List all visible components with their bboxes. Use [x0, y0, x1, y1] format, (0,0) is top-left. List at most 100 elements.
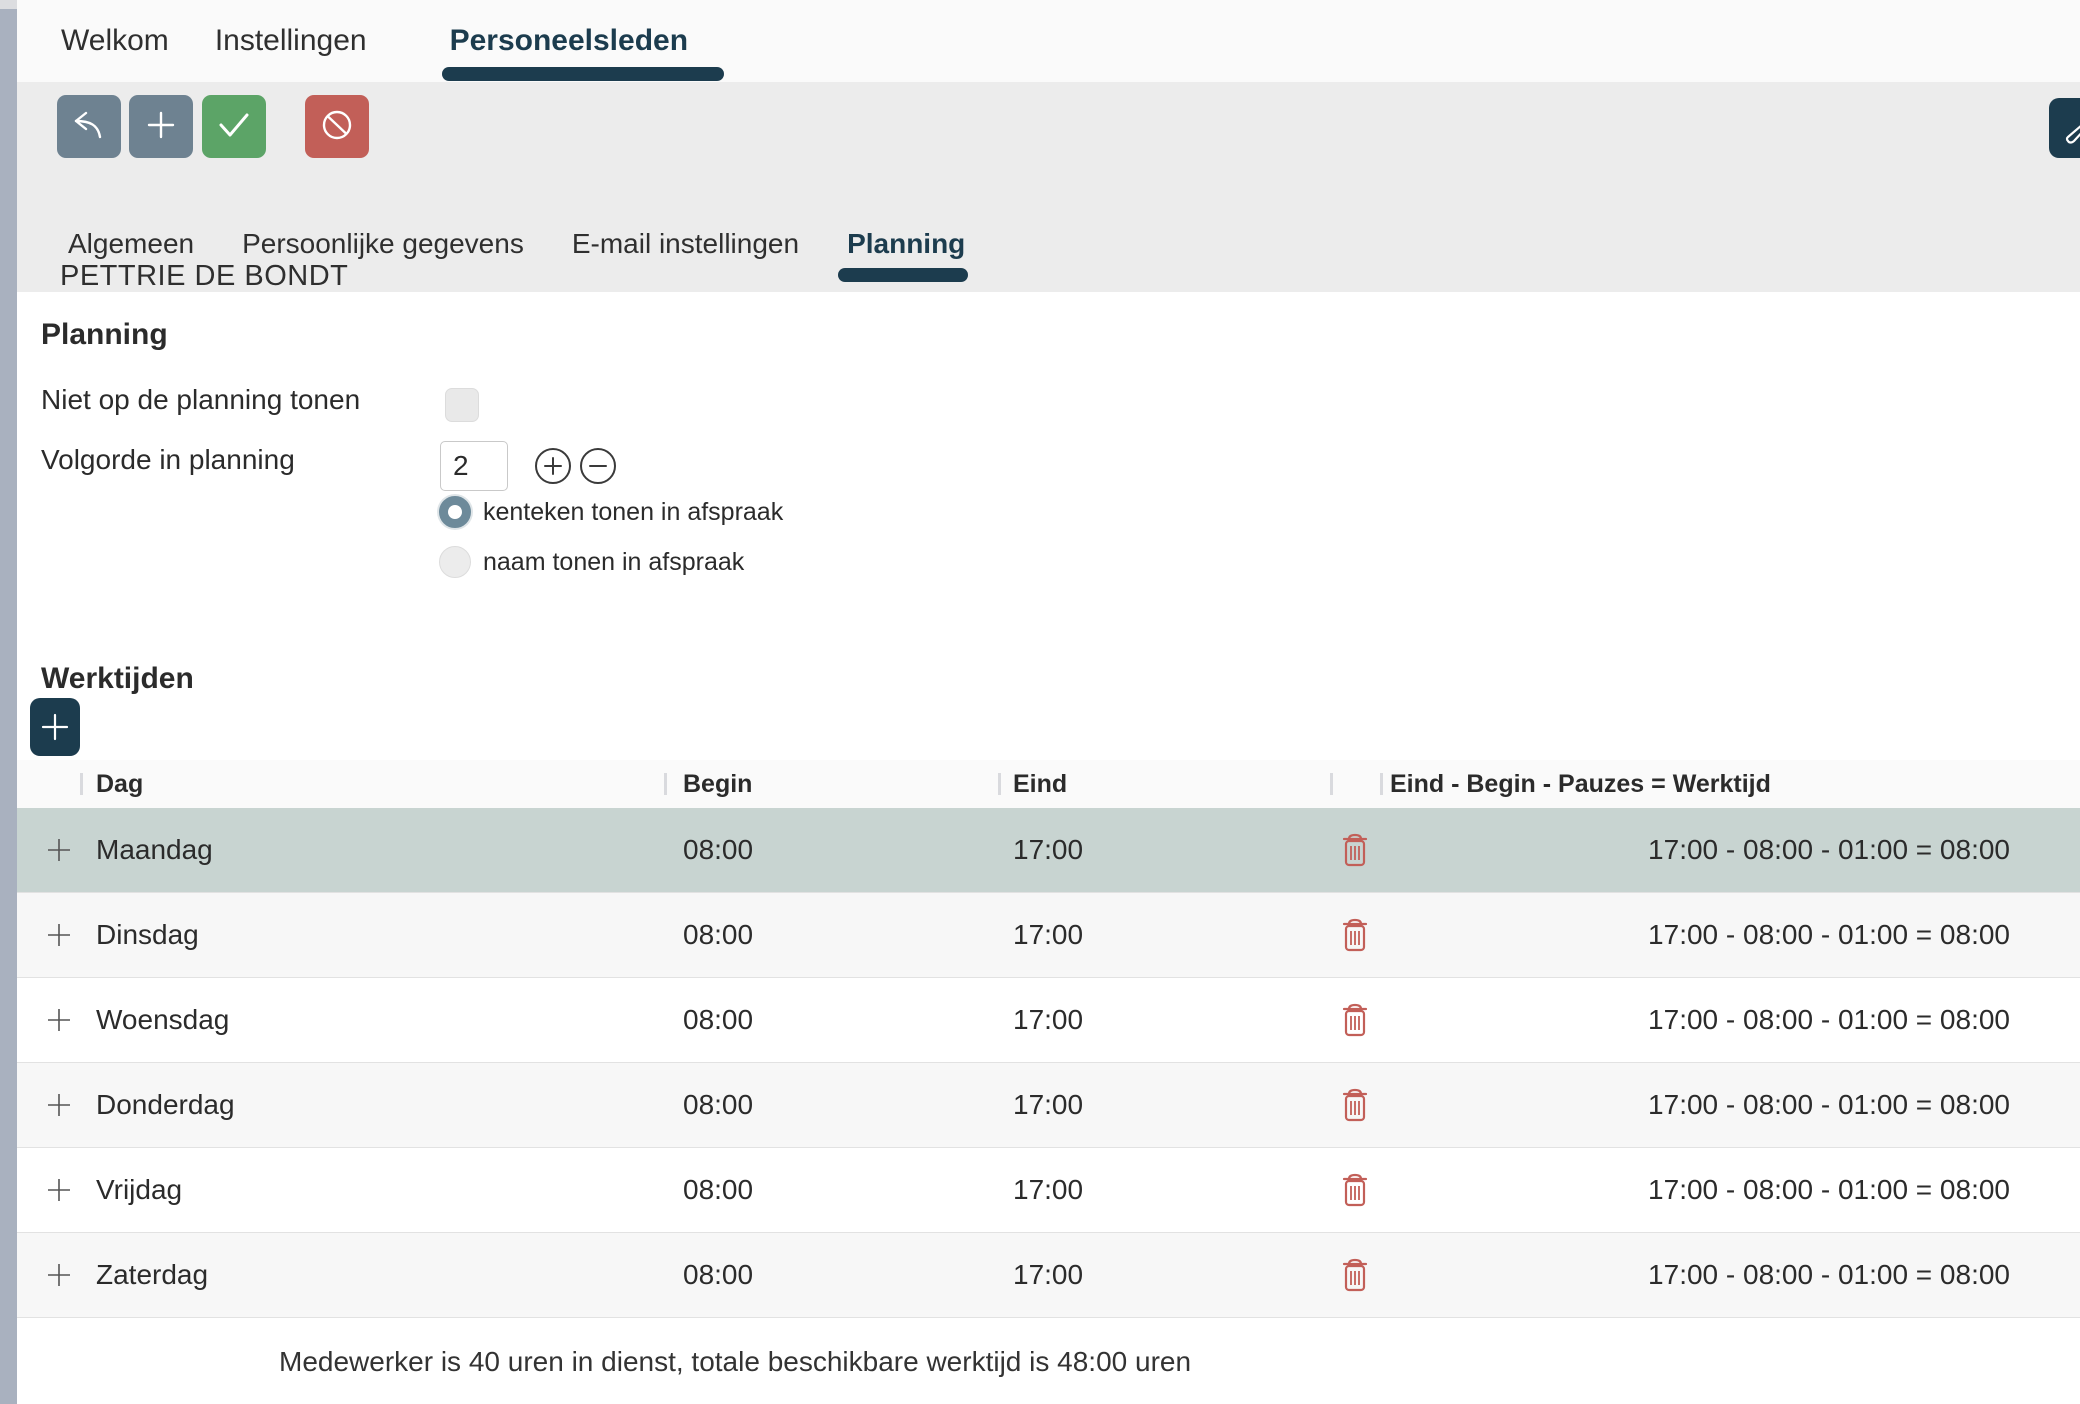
noshow-label: Niet op de planning tonen: [41, 384, 360, 416]
record-title: PETTRIE DE BONDT: [60, 260, 348, 293]
cell-dag: Donderdag: [80, 1089, 664, 1121]
delete-row-button[interactable]: [1340, 1003, 1370, 1037]
tab-welkom[interactable]: Welkom: [61, 24, 169, 58]
cell-dag: Vrijdag: [80, 1174, 664, 1206]
tab-personeelsleden-label: Personeelsleden: [450, 24, 688, 57]
cell-eind: 17:00: [998, 1259, 1330, 1291]
tab-personeelsleden[interactable]: Personeelsleden: [450, 24, 688, 58]
subtab-planning-label: Planning: [847, 228, 965, 259]
delete-row-button[interactable]: [1340, 1173, 1370, 1207]
wrench-icon: [2062, 107, 2080, 150]
radio-kenteken[interactable]: kenteken tonen in afspraak: [439, 496, 783, 528]
expand-row-icon[interactable]: [46, 1007, 72, 1033]
table-footer: Medewerker is 40 uren in dienst, totale …: [17, 1318, 2080, 1404]
active-subtab-indicator: [838, 268, 968, 282]
order-input[interactable]: [440, 441, 508, 491]
trash-icon: [1340, 833, 1370, 867]
table-row-woensdag[interactable]: Woensdag 08:00 17:00 17:00 - 08:00 - 01:…: [17, 978, 2080, 1063]
subtab-planning[interactable]: Planning: [847, 228, 965, 260]
cell-formule: 17:00 - 08:00 - 01:00 = 08:00: [1380, 1004, 2080, 1036]
personnel-app-window: Welkom Instellingen Personeelsleden: [0, 0, 2080, 1404]
hours-summary-text: Medewerker is 40 uren in dienst, totale …: [279, 1346, 1191, 1378]
table-row-maandag[interactable]: Maandag 08:00 17:00 17:00 - 08:00 - 01:0…: [17, 808, 2080, 893]
delete-row-button[interactable]: [1340, 1258, 1370, 1292]
tools-button[interactable]: [2049, 98, 2080, 158]
cell-eind: 17:00: [998, 919, 1330, 951]
cell-eind: 17:00: [998, 1004, 1330, 1036]
header-expand-spacer: [17, 760, 80, 808]
expand-row-icon[interactable]: [46, 1092, 72, 1118]
expand-row-icon[interactable]: [46, 1262, 72, 1288]
cell-begin: 08:00: [664, 1089, 998, 1121]
column-header-delete: [1330, 760, 1380, 808]
cell-dag: Dinsdag: [80, 919, 664, 951]
plus-icon: [543, 456, 563, 476]
column-header-begin: Begin: [664, 760, 998, 808]
cell-begin: 08:00: [664, 1004, 998, 1036]
radio-kenteken-label: kenteken tonen in afspraak: [483, 498, 783, 527]
confirm-button[interactable]: [202, 95, 266, 158]
main-content: Welkom Instellingen Personeelsleden: [17, 0, 2080, 1404]
cell-dag: Zaterdag: [80, 1259, 664, 1291]
werktijden-table: Dag Begin Eind Eind - Begin - Pauzes = W…: [17, 760, 2080, 1404]
cell-begin: 08:00: [664, 1259, 998, 1291]
add-werktijd-button[interactable]: [30, 698, 80, 756]
subtab-persoonlijke-gegevens[interactable]: Persoonlijke gegevens: [242, 228, 524, 260]
table-row-zaterdag[interactable]: Zaterdag 08:00 17:00 17:00 - 08:00 - 01:…: [17, 1233, 2080, 1318]
cell-formule: 17:00 - 08:00 - 01:00 = 08:00: [1380, 919, 2080, 951]
table-row-donderdag[interactable]: Donderdag 08:00 17:00 17:00 - 08:00 - 01…: [17, 1063, 2080, 1148]
cell-formule: 17:00 - 08:00 - 01:00 = 08:00: [1380, 1174, 2080, 1206]
sub-tab-bar: Algemeen Persoonlijke gegevens E-mail in…: [17, 228, 1013, 260]
delete-row-button[interactable]: [1340, 1088, 1370, 1122]
subtab-algemeen[interactable]: Algemeen: [68, 228, 194, 260]
order-increment-button[interactable]: [535, 448, 571, 484]
column-header-eind: Eind: [998, 760, 1330, 808]
cell-begin: 08:00: [664, 919, 998, 951]
column-header-dag: Dag: [80, 760, 664, 808]
confirm-icon: [217, 111, 251, 142]
radio-kenteken-control[interactable]: [439, 496, 471, 528]
cancel-button[interactable]: [305, 95, 369, 158]
trash-icon: [1340, 1003, 1370, 1037]
order-decrement-button[interactable]: [580, 448, 616, 484]
radio-naam-control[interactable]: [439, 546, 471, 578]
trash-icon: [1340, 1258, 1370, 1292]
radio-naam-label: naam tonen in afspraak: [483, 548, 744, 577]
order-label: Volgorde in planning: [41, 444, 295, 476]
main-tab-bar: Welkom Instellingen Personeelsleden: [17, 0, 2080, 82]
delete-row-button[interactable]: [1340, 833, 1370, 867]
delete-row-button[interactable]: [1340, 918, 1370, 952]
subtab-email-instellingen[interactable]: E-mail instellingen: [572, 228, 799, 260]
expand-row-icon[interactable]: [46, 922, 72, 948]
cancel-icon: [319, 107, 355, 146]
cell-formule: 17:00 - 08:00 - 01:00 = 08:00: [1380, 834, 2080, 866]
column-header-formule: Eind - Begin - Pauzes = Werktijd: [1380, 760, 2080, 808]
cell-dag: Woensdag: [80, 1004, 664, 1036]
expand-row-icon[interactable]: [46, 837, 72, 863]
active-tab-indicator: [442, 67, 724, 81]
expand-row-icon[interactable]: [46, 1177, 72, 1203]
vertical-divider-cap: [0, 0, 17, 9]
back-button[interactable]: [57, 95, 121, 158]
cell-eind: 17:00: [998, 1089, 1330, 1121]
table-header-row: Dag Begin Eind Eind - Begin - Pauzes = W…: [17, 760, 2080, 808]
cell-dag: Maandag: [80, 834, 664, 866]
tab-instellingen[interactable]: Instellingen: [215, 24, 367, 58]
cell-formule: 17:00 - 08:00 - 01:00 = 08:00: [1380, 1259, 2080, 1291]
add-record-button[interactable]: [129, 95, 193, 158]
trash-icon: [1340, 918, 1370, 952]
cell-eind: 17:00: [998, 1174, 1330, 1206]
radio-naam[interactable]: naam tonen in afspraak: [439, 546, 744, 578]
cell-formule: 17:00 - 08:00 - 01:00 = 08:00: [1380, 1089, 2080, 1121]
vertical-divider: [0, 0, 17, 1404]
cell-eind: 17:00: [998, 834, 1330, 866]
cell-begin: 08:00: [664, 1174, 998, 1206]
minus-icon: [588, 456, 608, 476]
table-row-vrijdag[interactable]: Vrijdag 08:00 17:00 17:00 - 08:00 - 01:0…: [17, 1148, 2080, 1233]
noshow-checkbox[interactable]: [445, 388, 479, 422]
trash-icon: [1340, 1173, 1370, 1207]
table-body: Maandag 08:00 17:00 17:00 - 08:00 - 01:0…: [17, 808, 2080, 1318]
planning-heading: Planning: [41, 318, 168, 352]
back-icon: [72, 110, 106, 143]
table-row-dinsdag[interactable]: Dinsdag 08:00 17:00 17:00 - 08:00 - 01:0…: [17, 893, 2080, 978]
